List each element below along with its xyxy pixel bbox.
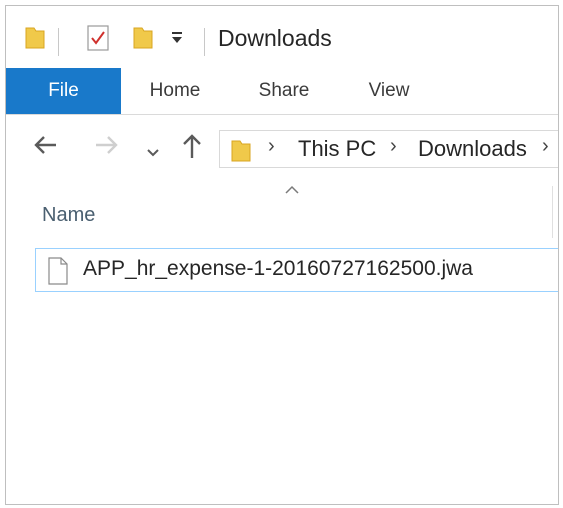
back-arrow-icon[interactable] <box>32 132 60 165</box>
folder-icon <box>230 137 252 168</box>
breadcrumb-this-pc[interactable]: This PC <box>298 136 376 162</box>
tab-file[interactable]: File <box>6 68 121 114</box>
file-row[interactable]: APP_hr_expense-1-20160727162500.jwa <box>35 248 558 292</box>
toolbar-separator <box>58 28 59 56</box>
address-bar[interactable]: › This PC › Downloads › <box>219 130 558 168</box>
file-name: APP_hr_expense-1-20160727162500.jwa <box>83 257 473 280</box>
tab-home[interactable]: Home <box>121 68 229 114</box>
breadcrumb-separator-icon[interactable]: › <box>268 135 275 158</box>
column-header: Name <box>6 178 558 248</box>
new-folder-icon[interactable] <box>132 24 154 55</box>
up-arrow-icon[interactable] <box>180 132 204 167</box>
toolbar-separator <box>204 28 205 56</box>
customize-toolbar-icon[interactable] <box>170 30 184 51</box>
window-title: Downloads <box>218 25 332 51</box>
properties-icon[interactable] <box>86 24 110 57</box>
document-icon <box>47 257 69 290</box>
tab-view[interactable]: View <box>339 68 439 114</box>
folder-icon[interactable] <box>24 24 46 55</box>
breadcrumb-separator-icon[interactable]: › <box>390 135 397 158</box>
navigation-bar: › This PC › Downloads › <box>6 114 558 178</box>
sort-ascending-icon <box>284 182 300 200</box>
explorer-window: Downloads File Home Share View › This PC… <box>5 5 559 505</box>
column-name[interactable]: Name <box>42 204 95 227</box>
breadcrumb-downloads[interactable]: Downloads <box>418 136 527 162</box>
tab-share[interactable]: Share <box>229 68 339 114</box>
chevron-down-icon[interactable] <box>146 138 160 166</box>
breadcrumb-separator-icon[interactable]: › <box>542 135 549 158</box>
forward-arrow-icon[interactable] <box>92 132 120 165</box>
ribbon: File Home Share View <box>6 68 558 115</box>
column-divider[interactable] <box>552 186 553 238</box>
title-bar: Downloads <box>6 6 558 68</box>
